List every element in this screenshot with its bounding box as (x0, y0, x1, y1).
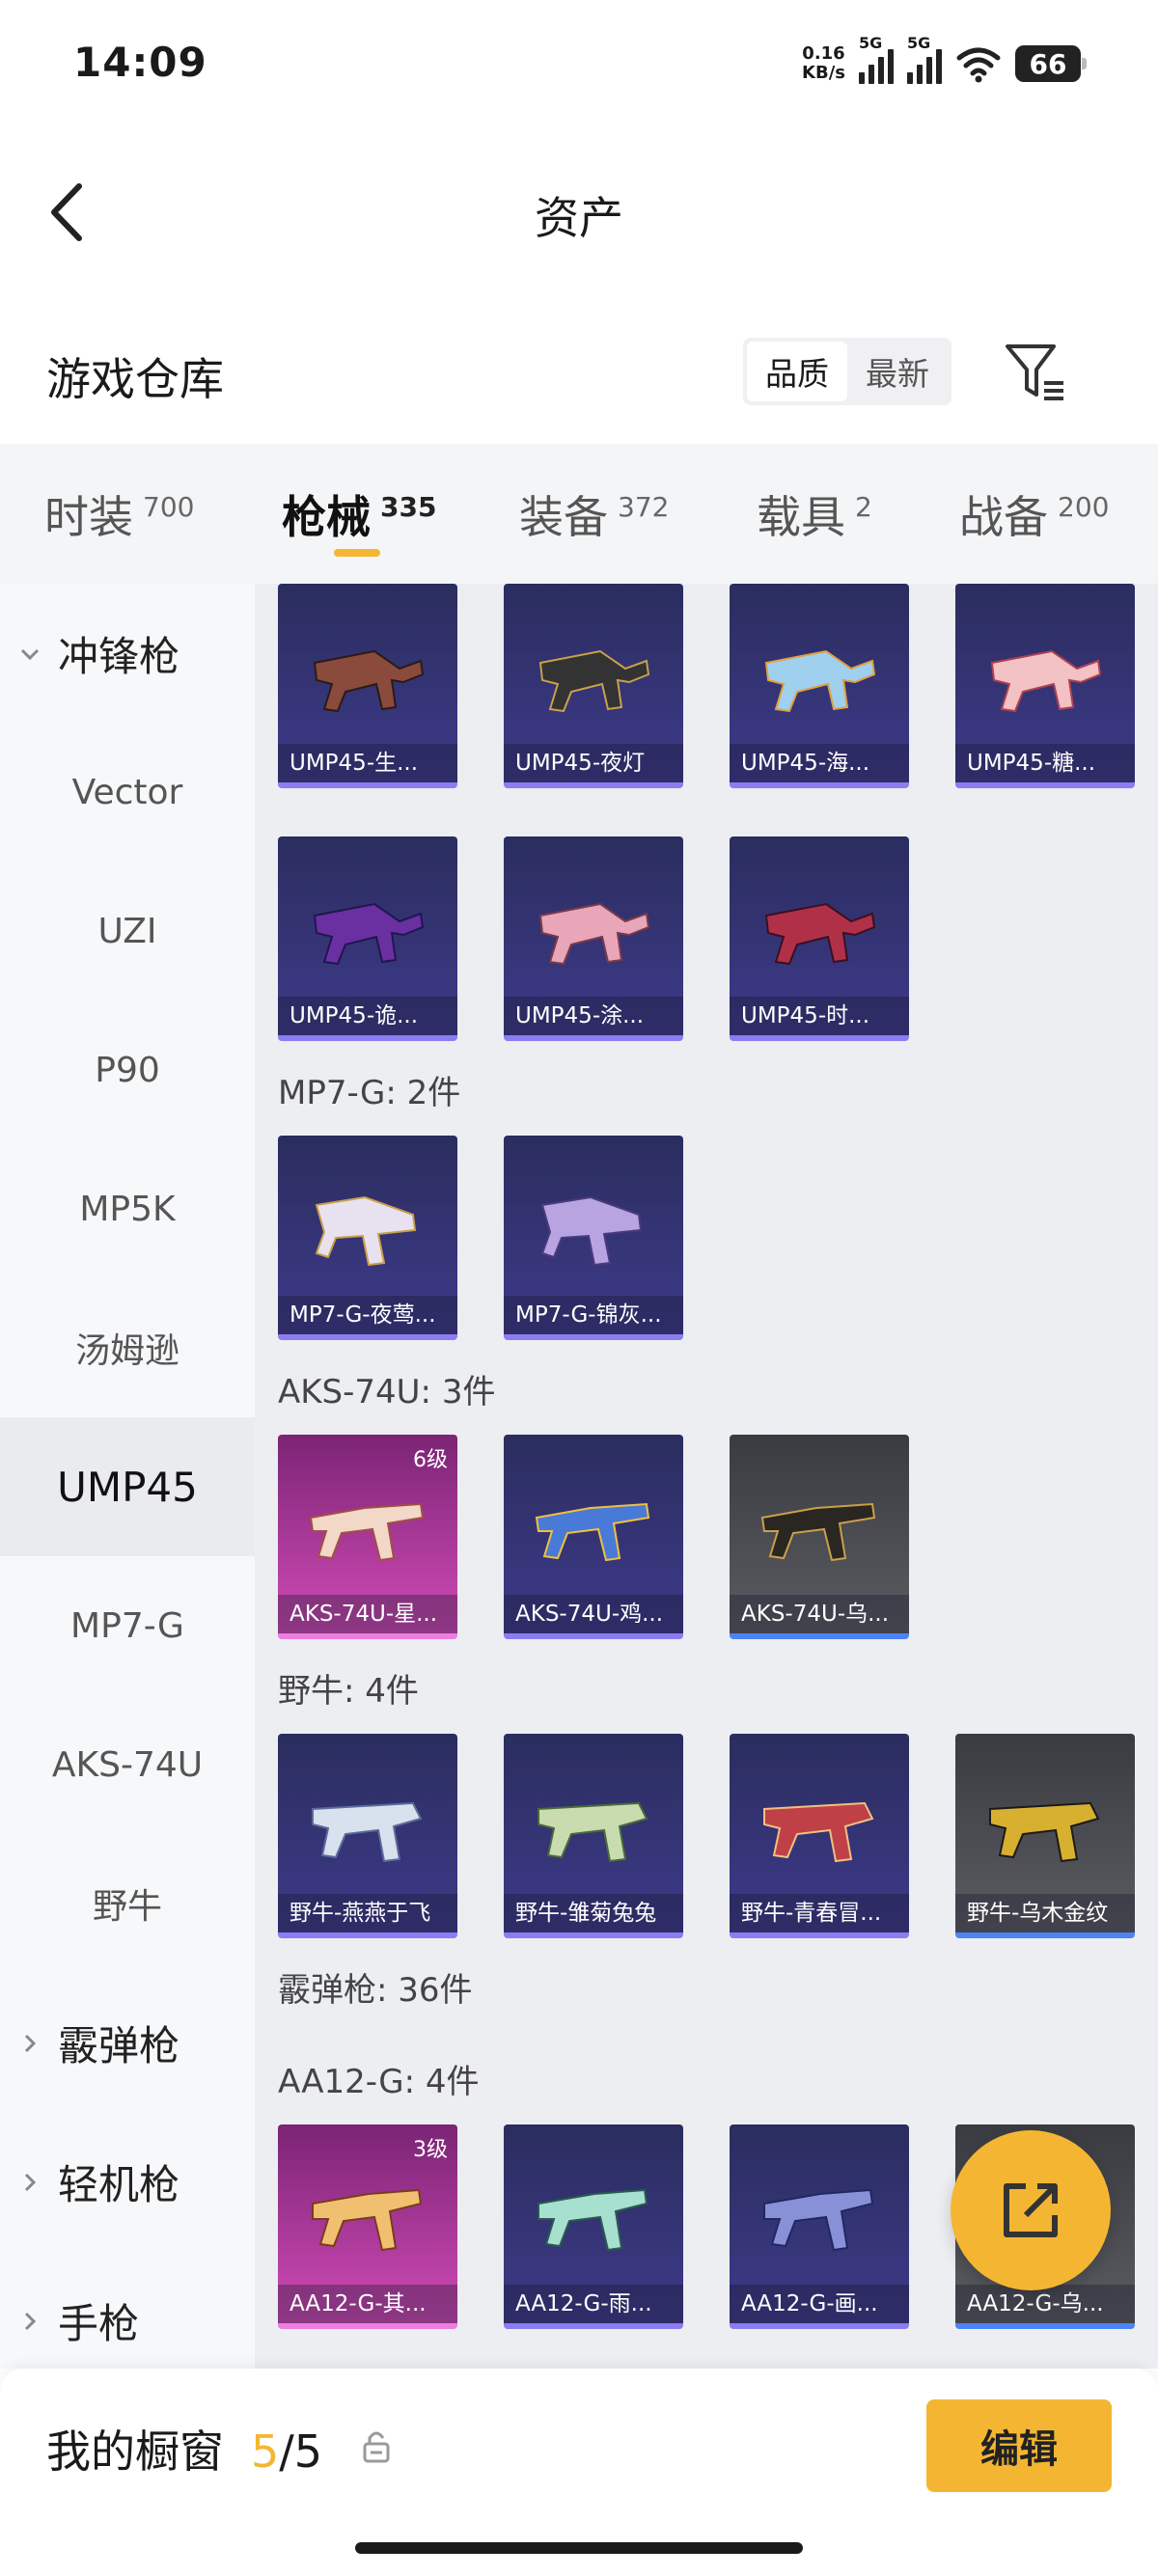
level-badge: 3级 (413, 2138, 448, 2162)
item-card[interactable]: 野牛-乌木金纹 (955, 1734, 1135, 1938)
signal-icon: 5G (859, 34, 894, 84)
tab-fashion[interactable]: 时装 700 (0, 444, 237, 584)
item-card[interactable]: UMP45-夜灯 (504, 584, 683, 788)
edit-button[interactable]: 编辑 (926, 2399, 1112, 2492)
item-card[interactable]: AA12-G-画... (730, 2124, 909, 2329)
item-card[interactable]: MP7-G-锦灰... (504, 1136, 683, 1340)
sidebar-group-lmg[interactable]: 轻机枪 (0, 2112, 255, 2251)
chevron-right-icon (24, 2312, 37, 2331)
item-card[interactable]: AA12-G-雨... (504, 2124, 683, 2329)
category-tabs: 时装 700 枪械 335 装备 372 载具 2 战备 200 (0, 444, 1158, 584)
sort-quality-button[interactable]: 品质 (747, 342, 847, 401)
gun-icon (763, 1801, 874, 1863)
nav-bar: 资产 (0, 154, 1158, 270)
gun-icon (309, 1502, 425, 1562)
sidebar-item-thompson[interactable]: 汤姆逊 (0, 1278, 255, 1417)
item-card[interactable]: UMP45-生... (278, 584, 457, 788)
group-label-shotgun: 霰弹枪: 36件 (278, 1971, 473, 2010)
gun-icon (764, 902, 876, 966)
home-indicator (355, 2542, 803, 2554)
item-card[interactable]: AKS-74U-鸡... (504, 1435, 683, 1639)
status-indicators: 0.16 KB/s 5G 5G 66 (802, 34, 1087, 89)
gun-icon (538, 2188, 648, 2252)
net-speed: 0.16 KB/s (802, 43, 845, 83)
item-card[interactable]: MP7-G-夜莺... (278, 1136, 457, 1340)
gun-icon (989, 1801, 1100, 1863)
item-card[interactable]: UMP45-糖... (955, 584, 1135, 788)
lock-icon (363, 2431, 390, 2463)
sidebar-item-mp7g[interactable]: MP7-G (0, 1556, 255, 1695)
chevron-right-icon (24, 2173, 37, 2192)
my-showcase: 我的橱窗 5/5 (46, 2417, 322, 2480)
tab-underline (334, 549, 380, 557)
level-badge: 6级 (413, 1448, 448, 1472)
item-card[interactable]: 野牛-雏菊兔兔 (504, 1734, 683, 1938)
gun-icon (315, 1195, 417, 1267)
sidebar-item-uzi[interactable]: UZI (0, 862, 255, 1000)
gun-icon (990, 649, 1102, 713)
filter-icon[interactable] (1004, 341, 1067, 404)
wifi-icon (956, 47, 1001, 83)
gun-icon (312, 2188, 423, 2252)
page-title: 资产 (535, 192, 623, 244)
status-time: 14:09 (73, 39, 207, 86)
gun-icon (313, 649, 425, 713)
group-label-bison: 野牛: 4件 (278, 1672, 419, 1711)
item-card[interactable]: UMP45-时... (730, 836, 909, 1041)
sidebar-group-smg[interactable]: 冲锋枪 (0, 584, 255, 723)
tab-firearms[interactable]: 枪械 335 (237, 444, 475, 584)
tab-equipment[interactable]: 装备 372 (475, 444, 712, 584)
weapon-category-sidebar: 冲锋枪 Vector UZI P90 MP5K 汤姆逊 UMP45 MP7-G … (0, 584, 255, 2369)
item-card[interactable]: 野牛-燕燕于飞 (278, 1734, 457, 1938)
share-button[interactable] (951, 2130, 1111, 2290)
sidebar-item-vector[interactable]: Vector (0, 723, 255, 862)
signal-icon: 5G (907, 34, 942, 84)
sidebar-item-aks74u[interactable]: AKS-74U (0, 1695, 255, 1834)
gun-icon (538, 649, 650, 713)
gun-icon (538, 1801, 648, 1863)
item-card[interactable]: UMP45-海... (730, 584, 909, 788)
group-label-mp7g: MP7-G: 2件 (278, 1074, 461, 1112)
sidebar-item-p90[interactable]: P90 (0, 1000, 255, 1139)
group-label-aa12g: AA12-G: 4件 (278, 2063, 480, 2101)
item-card[interactable]: 野牛-青春冒... (730, 1734, 909, 1938)
bottom-bar: 我的橱窗 5/5 编辑 (0, 2369, 1158, 2576)
chevron-right-icon (24, 2034, 37, 2053)
showcase-count: 5/5 (251, 2425, 323, 2478)
gun-icon (540, 1195, 643, 1267)
battery-icon: 66 (1015, 45, 1087, 82)
gun-icon (760, 1502, 876, 1562)
sort-toggle: 品质 最新 (743, 338, 951, 405)
status-bar: 14:09 0.16 KB/s 5G 5G 66 (0, 0, 1158, 125)
sidebar-item-bison[interactable]: 野牛 (0, 1834, 255, 1973)
tab-supplies[interactable]: 战备 200 (915, 444, 1158, 584)
sidebar-group-shotgun[interactable]: 霰弹枪 (0, 1973, 255, 2112)
showcase-label: 我的橱窗 (46, 2425, 224, 2478)
item-card[interactable]: UMP45-诡... (278, 836, 457, 1041)
item-card[interactable]: AKS-74U-乌... (730, 1435, 909, 1639)
gun-icon (764, 649, 876, 713)
section-title: 游戏仓库 (46, 353, 224, 405)
item-card[interactable]: 3级 AA12-G-其... (278, 2124, 457, 2329)
gun-icon (763, 2188, 874, 2252)
item-grid: UMP45-生... UMP45-夜灯 UMP45-海... UMP45-糖..… (255, 584, 1158, 2369)
gun-icon (535, 1502, 650, 1562)
sort-newest-button[interactable]: 最新 (847, 342, 948, 401)
sidebar-item-mp5k[interactable]: MP5K (0, 1139, 255, 1278)
share-icon (1004, 2183, 1058, 2237)
gun-icon (313, 902, 425, 966)
item-card[interactable]: UMP45-涂... (504, 836, 683, 1041)
chevron-down-icon (20, 648, 40, 661)
gun-icon (312, 1801, 423, 1863)
section-header: 游戏仓库 品质 最新 (0, 323, 1158, 429)
item-card[interactable]: 6级 AKS-74U-星... (278, 1435, 457, 1639)
tab-vehicles[interactable]: 载具 2 (712, 444, 915, 584)
group-label-aks74u: AKS-74U: 3件 (278, 1373, 496, 1411)
sidebar-item-ump45[interactable]: UMP45 (0, 1417, 255, 1556)
gun-icon (538, 902, 650, 966)
